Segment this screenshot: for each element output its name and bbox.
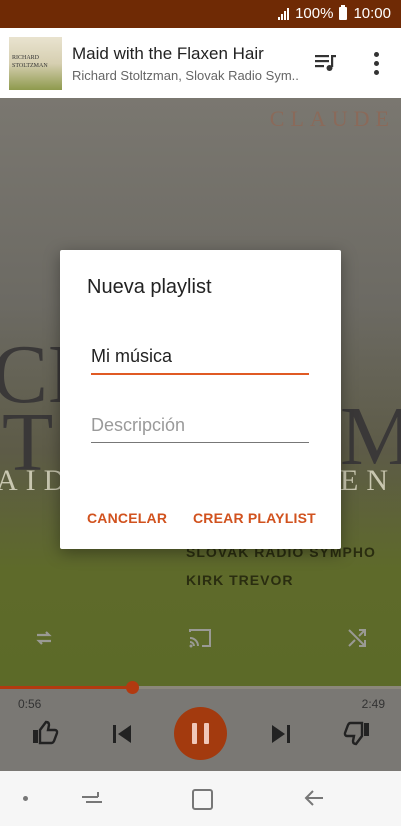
shuffle-icon[interactable] xyxy=(345,626,369,655)
track-artist: Richard Stoltzman, Slovak Radio Sym.. xyxy=(72,68,299,83)
status-bar: 100% 10:00 xyxy=(0,0,401,28)
pause-button[interactable] xyxy=(174,707,227,760)
signal-icon xyxy=(278,7,290,20)
band-right-text: EN xyxy=(340,464,396,497)
recent-apps-icon[interactable] xyxy=(80,789,102,814)
description-placeholder: Descripción xyxy=(91,415,186,435)
description-field-underline xyxy=(91,442,309,443)
album-art-line-2: KIRK TREVOR xyxy=(186,572,294,588)
next-icon[interactable] xyxy=(270,723,292,750)
now-playing-bar[interactable]: RICHARD STOLTZMAN Maid with the Flaxen H… xyxy=(0,28,401,98)
home-icon[interactable] xyxy=(192,789,213,810)
repeat-icon[interactable] xyxy=(32,626,56,655)
album-thumbnail[interactable]: RICHARD STOLTZMAN xyxy=(9,37,62,90)
album-art-text-claude: CLAUDE xyxy=(269,106,395,131)
thumbs-up-icon[interactable] xyxy=(31,720,59,751)
queue-icon[interactable] xyxy=(312,50,338,76)
progress-fill xyxy=(0,686,133,689)
nav-dot-icon xyxy=(23,796,28,801)
playlist-description-field[interactable]: Descripción xyxy=(91,415,309,443)
back-icon[interactable] xyxy=(303,788,325,813)
playlist-name-field[interactable]: Mi música xyxy=(91,346,309,375)
thumbs-down-icon[interactable] xyxy=(343,720,371,751)
more-options-icon[interactable] xyxy=(368,50,384,76)
cancel-button[interactable]: CANCELAR xyxy=(87,510,167,526)
previous-icon[interactable] xyxy=(111,723,133,750)
elapsed-time: 0:56 xyxy=(18,697,42,711)
battery-icon xyxy=(339,5,348,20)
clock: 10:00 xyxy=(353,5,391,22)
track-title: Maid with the Flaxen Hair xyxy=(72,44,264,63)
new-playlist-dialog: Nueva playlist Mi música Descripción CAN… xyxy=(60,250,341,549)
thumb-text-1: RICHARD xyxy=(12,55,40,61)
dialog-title: Nueva playlist xyxy=(87,276,212,298)
playlist-name-value: Mi música xyxy=(91,346,173,366)
total-time: 2:49 xyxy=(361,697,385,711)
battery-percent: 100% xyxy=(295,5,334,22)
name-field-underline xyxy=(91,373,309,375)
create-playlist-button[interactable]: CREAR PLAYLIST xyxy=(193,510,316,526)
system-nav-bar xyxy=(0,771,401,826)
pause-icon xyxy=(192,723,197,744)
cast-icon[interactable] xyxy=(187,626,213,655)
thumb-text-2: STOLTZMAN xyxy=(12,63,48,69)
